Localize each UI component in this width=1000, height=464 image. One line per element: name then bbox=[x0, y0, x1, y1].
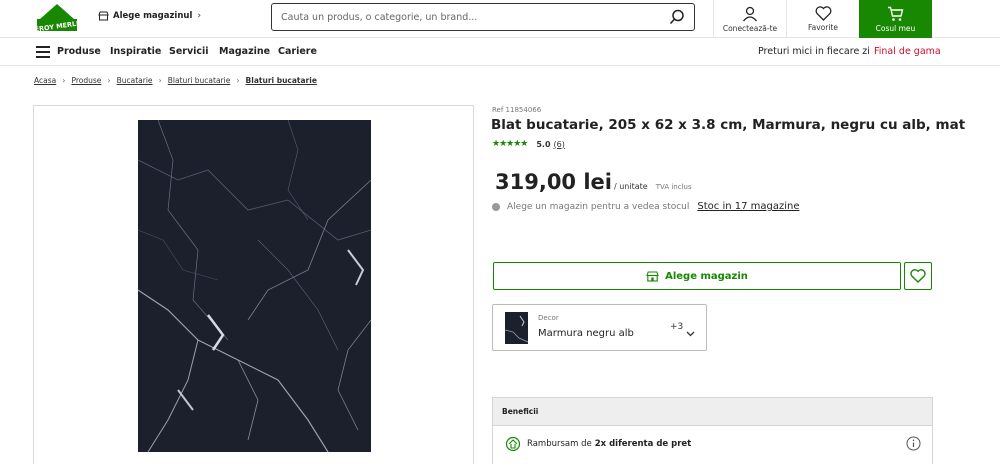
info-icon[interactable] bbox=[906, 436, 921, 454]
breadcrumb-current[interactable]: Blaturi bucatarie bbox=[246, 76, 317, 85]
benefit-bold: 2x diferenta de pret bbox=[594, 439, 692, 449]
vat-note: TVA inclus bbox=[655, 183, 692, 191]
star-rating-icon: ★★★★★ bbox=[492, 139, 528, 149]
breadcrumb-home[interactable]: Acasa bbox=[34, 76, 56, 85]
decor-selector[interactable]: Decor Marmura negru alb +3 bbox=[492, 304, 707, 351]
main-nav: Produse Inspiratie Servicii Magazine Car… bbox=[0, 38, 1000, 66]
heart-icon bbox=[910, 269, 926, 283]
decor-swatch bbox=[505, 312, 528, 344]
chevron-right-icon: › bbox=[62, 76, 66, 85]
leroy-merlin-logo[interactable]: LEROY MERLIN bbox=[30, 3, 84, 34]
search-bar bbox=[271, 3, 695, 31]
breadcrumb-kitchen[interactable]: Bucatarie bbox=[117, 76, 153, 85]
stock-link[interactable]: Stoc in 17 magazine bbox=[697, 201, 799, 212]
chevron-right-icon: › bbox=[107, 76, 111, 85]
cart-icon bbox=[888, 6, 904, 21]
rating-score: 5.0 bbox=[536, 139, 551, 149]
choose-store-button[interactable]: Alege magazin bbox=[493, 262, 901, 290]
decor-label: Decor bbox=[538, 314, 559, 322]
nav-magazine[interactable]: Magazine bbox=[219, 46, 270, 57]
store-icon bbox=[646, 270, 659, 282]
favorites-button[interactable]: Favorite bbox=[786, 0, 859, 38]
product-title: Blat bucatarie, 205 x 62 x 3.8 cm, Marmu… bbox=[491, 117, 966, 133]
price-refund-icon bbox=[505, 436, 521, 452]
product-gallery bbox=[33, 105, 474, 464]
favorites-label: Favorite bbox=[808, 23, 838, 32]
product-rating[interactable]: ★★★★★ 5.0 (6) bbox=[492, 139, 565, 149]
nav-servicii[interactable]: Servicii bbox=[169, 46, 209, 57]
product-price: 319,00 lei / unitate TVA inclus bbox=[495, 170, 692, 194]
decor-value: Marmura negru alb bbox=[538, 328, 634, 339]
chevron-right-icon: › bbox=[158, 76, 162, 85]
chevron-down-icon[interactable] bbox=[686, 322, 695, 341]
heart-icon bbox=[815, 6, 831, 21]
product-image[interactable] bbox=[138, 120, 371, 452]
nav-low-prices[interactable]: Preturi mici in fiecare zi bbox=[758, 46, 870, 57]
stock-text: Alege un magazin pentru a vedea stocul bbox=[507, 201, 690, 212]
price-amount: 319,00 lei bbox=[495, 170, 612, 194]
nav-cariere[interactable]: Cariere bbox=[278, 46, 317, 57]
rating-count[interactable]: (6) bbox=[554, 140, 565, 149]
choose-store-label: Alege magazin bbox=[665, 270, 748, 282]
store-selector-label: Alege magazinul bbox=[113, 11, 193, 21]
breadcrumb-countertops[interactable]: Blaturi bucatarie bbox=[168, 76, 231, 85]
top-header: LEROY MERLIN Alege magazinul › Conecteaz… bbox=[0, 0, 1000, 38]
cart-button[interactable]: Cosul meu bbox=[859, 0, 932, 38]
breadcrumb-products[interactable]: Produse bbox=[71, 76, 101, 85]
benefits-panel: Beneficii Rambursam de 2x diferenta de p… bbox=[492, 397, 933, 464]
decor-more-count: +3 bbox=[670, 322, 684, 332]
account-label: Conectează-te bbox=[722, 23, 778, 33]
product-ref: Ref 11854066 bbox=[492, 106, 542, 114]
menu-icon[interactable] bbox=[36, 46, 50, 58]
stock-info: Alege un magazin pentru a vedea stocul S… bbox=[492, 201, 800, 212]
add-to-favorites-button[interactable] bbox=[904, 262, 932, 290]
store-selector[interactable]: Alege magazinul › bbox=[98, 11, 201, 21]
search-icon[interactable] bbox=[664, 4, 690, 30]
nav-inspiratie[interactable]: Inspiratie bbox=[110, 46, 161, 57]
benefit-row: Rambursam de 2x diferenta de pret bbox=[493, 426, 932, 462]
breadcrumb: Acasa › Produse › Bucatarie › Blaturi bu… bbox=[34, 76, 317, 85]
benefits-title: Beneficii bbox=[493, 398, 932, 426]
nav-end-of-range[interactable]: Final de gama bbox=[874, 46, 941, 57]
chevron-right-icon: › bbox=[236, 76, 240, 85]
user-icon bbox=[742, 6, 758, 21]
benefit-prefix: Rambursam de bbox=[527, 439, 592, 449]
nav-products[interactable]: Produse bbox=[57, 46, 101, 57]
search-input[interactable] bbox=[272, 4, 664, 30]
account-button[interactable]: Conectează-te bbox=[713, 0, 786, 38]
cart-label: Cosul meu bbox=[875, 23, 916, 33]
stock-status-dot bbox=[492, 202, 500, 211]
price-unit: / unitate bbox=[614, 182, 648, 191]
store-icon bbox=[98, 11, 109, 21]
chevron-right-icon: › bbox=[197, 11, 202, 21]
